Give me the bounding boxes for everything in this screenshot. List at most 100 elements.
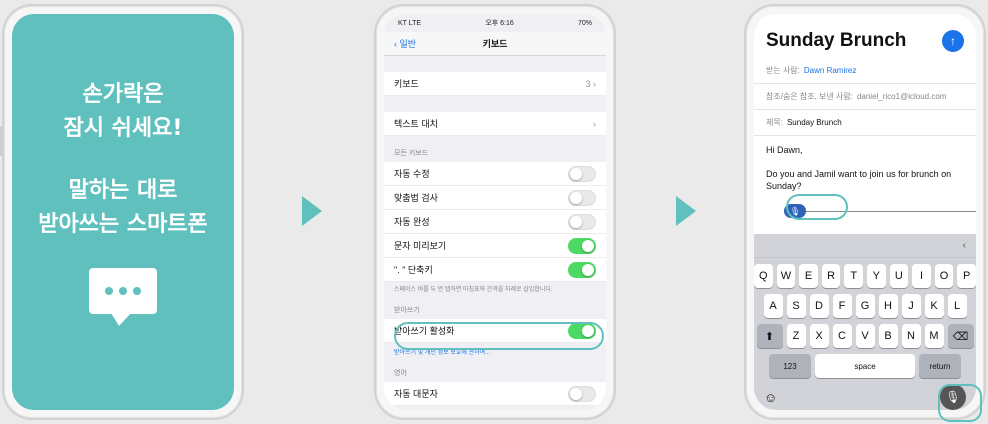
- key[interactable]: X: [809, 324, 829, 348]
- key[interactable]: R: [821, 264, 841, 288]
- nav-title: 키보드: [482, 39, 508, 49]
- emoji-icon[interactable]: ☺: [764, 390, 777, 405]
- chevron-right-icon: ›: [593, 118, 596, 129]
- status-bar: KT LTE 오후 6:16 70%: [384, 14, 606, 32]
- chevron-left-icon[interactable]: ‹: [963, 240, 966, 251]
- key[interactable]: S: [786, 294, 806, 318]
- char-preview-toggle[interactable]: [568, 237, 596, 254]
- highlight-ring: [786, 194, 848, 220]
- battery: 70%: [577, 19, 592, 27]
- text-replacement-row[interactable]: 텍스트 대치 ›: [384, 112, 606, 136]
- all-keyboards-header: 모든 키보드: [394, 150, 429, 157]
- key[interactable]: F: [832, 294, 852, 318]
- spellcheck-toggle[interactable]: [568, 189, 596, 206]
- toggle-label: 자동 수정: [394, 169, 430, 179]
- key[interactable]: Y: [867, 264, 886, 288]
- key[interactable]: T: [844, 264, 863, 288]
- shortcut-note: 스페이스 바를 두 번 탭하면 마침표와 간격을 차례로 삽입합니다.: [394, 287, 553, 293]
- promo-line-1: 손가락은: [82, 82, 164, 107]
- shortcut-toggle[interactable]: [568, 261, 596, 278]
- autocorrect-toggle[interactable]: [568, 165, 596, 182]
- chevron-right-icon: ›: [593, 78, 596, 89]
- promo-screen: 손가락은 잠시 쉬세요! 말하는 대로 받아쓰는 스마트폰: [12, 14, 234, 410]
- promo-line-4: 받아쓰는 스마트폰: [38, 212, 208, 237]
- subject-row[interactable]: 제목: Sunday Brunch: [754, 110, 976, 136]
- return-key[interactable]: return: [919, 354, 961, 378]
- settings-screen: KT LTE 오후 6:16 70% ‹ 일반 키보드 키보드 3 › 텍스트 …: [384, 14, 606, 410]
- backspace-icon[interactable]: ⌫: [947, 324, 974, 348]
- mail-body[interactable]: Hi Dawn, Do you and Jamil want to join u…: [754, 136, 976, 200]
- auto-caps-row: 자동 대문자: [384, 382, 606, 406]
- key[interactable]: C: [832, 324, 852, 348]
- body-greeting: Hi Dawn,: [766, 145, 803, 155]
- key-row-2: A S D F G H J K L: [754, 294, 976, 318]
- key[interactable]: G: [855, 294, 875, 318]
- to-value: Dawn Ramirez: [803, 66, 857, 75]
- text-replacement-label: 텍스트 대치: [394, 119, 438, 129]
- step-arrow-2: [676, 196, 696, 226]
- key[interactable]: V: [855, 324, 875, 348]
- key[interactable]: J: [901, 294, 921, 318]
- key-row-4: 123 space return: [754, 354, 976, 378]
- key-row-1: Q W E R T Y U I O P: [754, 264, 976, 288]
- toggle-row-autocorrect: 자동 수정: [384, 162, 606, 186]
- to-row[interactable]: 받는 사람: Dawn Ramirez: [754, 58, 976, 84]
- phone-panel-2: KT LTE 오후 6:16 70% ‹ 일반 키보드 키보드 3 › 텍스트 …: [374, 4, 616, 420]
- key[interactable]: B: [878, 324, 898, 348]
- cc-value: daniel_rico1@icloud.com: [856, 92, 947, 101]
- status-time: 오후 6:16: [485, 20, 514, 27]
- highlight-ring: [394, 322, 604, 350]
- keyboards-label: 키보드: [394, 79, 419, 89]
- send-arrow-icon[interactable]: ↑: [942, 30, 964, 52]
- key[interactable]: A: [763, 294, 783, 318]
- key[interactable]: I: [912, 264, 931, 288]
- auto-caps-toggle[interactable]: [568, 385, 596, 402]
- key[interactable]: E: [799, 264, 818, 288]
- mail-header: Sunday Brunch ↑: [754, 14, 976, 58]
- key[interactable]: Q: [754, 264, 773, 288]
- predictive-toggle[interactable]: [568, 213, 596, 230]
- key[interactable]: W: [776, 264, 796, 288]
- toggle-label: 자동 완성: [394, 217, 430, 227]
- promo-line-2: 잠시 쉬세요!: [63, 116, 183, 141]
- key[interactable]: K: [924, 294, 944, 318]
- numbers-key[interactable]: 123: [769, 354, 811, 378]
- toggle-row-shortcut: ". " 단축키: [384, 258, 606, 282]
- toggle-label: ". " 단축키: [394, 265, 433, 275]
- promo-line-3: 말하는 대로: [68, 178, 178, 203]
- chat-bubble-icon: [89, 268, 157, 326]
- key[interactable]: P: [957, 264, 976, 288]
- key[interactable]: O: [934, 264, 954, 288]
- english-header: 영어: [394, 370, 407, 377]
- subject-label: 제목:: [766, 118, 783, 127]
- key[interactable]: N: [901, 324, 921, 348]
- highlight-ring: [938, 384, 982, 422]
- space-key[interactable]: space: [815, 354, 915, 378]
- key[interactable]: M: [924, 324, 944, 348]
- toggle-label: 문자 미리보기: [394, 241, 447, 251]
- dictation-header: 받아쓰기: [394, 307, 420, 314]
- toggle-row-char-preview: 문자 미리보기: [384, 234, 606, 258]
- keyboard-toolbar: ‹: [754, 234, 976, 258]
- back-label: 일반: [399, 39, 417, 49]
- step-arrow-1: [302, 196, 322, 226]
- keyboard: ‹ Q W E R T Y U I O P A S D F G H J K L …: [754, 234, 976, 410]
- mail-subject-title: Sunday Brunch: [766, 30, 907, 51]
- key[interactable]: L: [947, 294, 967, 318]
- body-text: Do you and Jamil want to join us for bru…: [766, 169, 952, 191]
- key[interactable]: Z: [786, 324, 806, 348]
- key[interactable]: U: [889, 264, 909, 288]
- back-button[interactable]: ‹ 일반: [394, 37, 416, 50]
- keyboards-row[interactable]: 키보드 3 ›: [384, 72, 606, 96]
- key[interactable]: H: [878, 294, 898, 318]
- keyboards-count: 3: [585, 78, 591, 89]
- toggle-label: 맞춤법 검사: [394, 193, 438, 203]
- phone-panel-1: 손가락은 잠시 쉬세요! 말하는 대로 받아쓰는 스마트폰: [0, 4, 244, 420]
- phone-panel-3: Sunday Brunch ↑ 받는 사람: Dawn Ramirez 참조/숨…: [744, 4, 986, 422]
- shift-icon[interactable]: ⬆: [756, 324, 783, 348]
- cc-row[interactable]: 참조/숨은 참조, 보낸 사람: daniel_rico1@icloud.com: [754, 84, 976, 110]
- auto-caps-label: 자동 대문자: [394, 389, 438, 399]
- key-row-3: ⬆ Z X C V B N M ⌫: [754, 324, 976, 348]
- key[interactable]: D: [809, 294, 829, 318]
- nav-bar: ‹ 일반 키보드: [384, 32, 606, 56]
